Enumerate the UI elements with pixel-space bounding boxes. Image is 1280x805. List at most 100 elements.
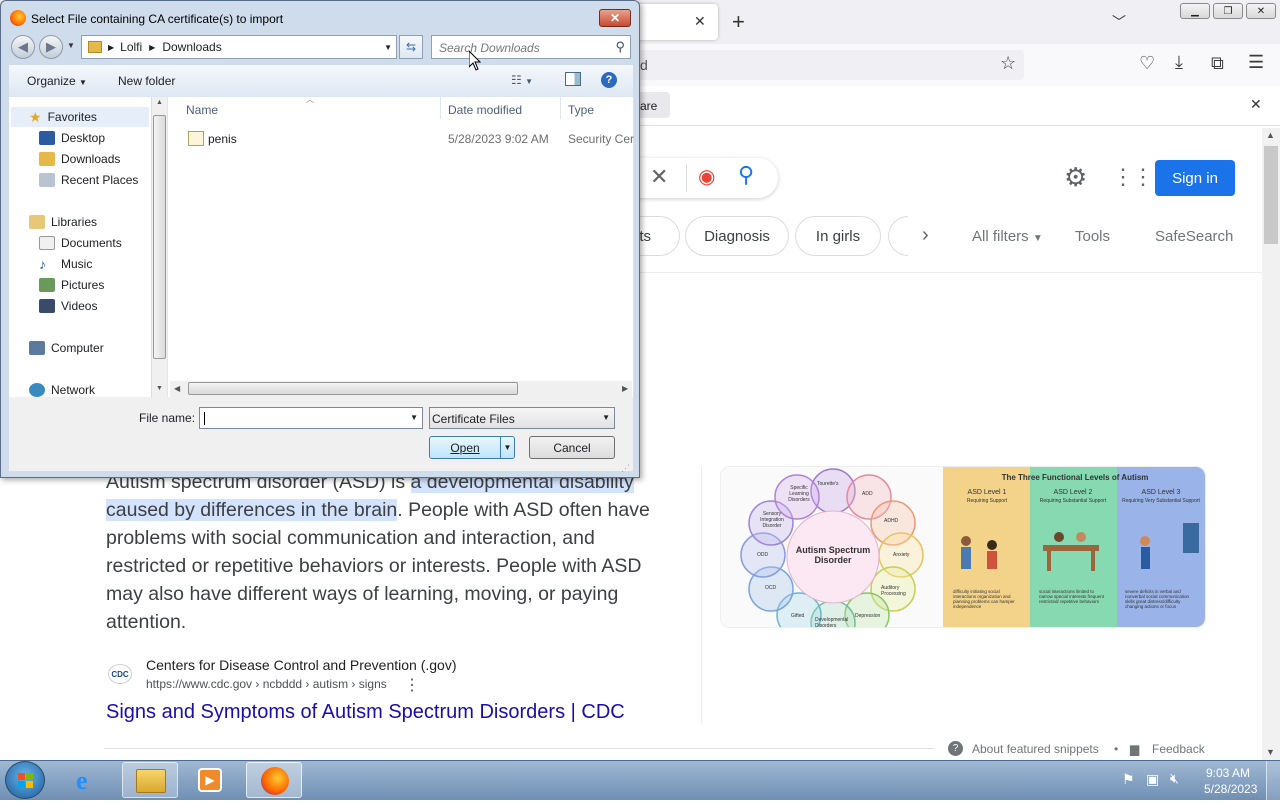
resize-grip-icon[interactable]: ⋰ xyxy=(621,463,630,474)
nav-computer[interactable]: Computer xyxy=(51,341,104,355)
window-minimize-button[interactable]: ▁ xyxy=(1180,3,1210,19)
organize-button[interactable]: Organize ▼ xyxy=(27,74,87,88)
nav-recent-places[interactable]: Recent Places xyxy=(61,173,138,187)
taskbar-firefox[interactable] xyxy=(246,762,302,798)
forward-button[interactable]: ▶ xyxy=(39,35,63,59)
nav-network[interactable]: Network xyxy=(51,383,95,397)
refresh-button[interactable]: ⇆ xyxy=(399,35,423,59)
taskbar-internet-explorer[interactable]: e xyxy=(62,762,118,798)
search-downloads-input[interactable]: Search Downloads ⚲ xyxy=(431,35,631,59)
list-all-tabs-chevron-icon[interactable]: ﹀ xyxy=(1112,12,1126,32)
result-title-link[interactable]: Signs and Symptoms of Autism Spectrum Di… xyxy=(106,701,625,724)
file-type-dropdown-icon[interactable]: ▼ xyxy=(602,413,610,422)
menu-icon[interactable]: ☰ xyxy=(1248,52,1264,73)
address-dropdown-icon[interactable]: ▼ xyxy=(384,43,392,52)
bookmark-star-icon[interactable]: ☆ xyxy=(1000,53,1016,74)
open-button[interactable]: Open ▼ xyxy=(429,436,515,459)
dialog-close-button[interactable]: ✕ xyxy=(599,9,631,27)
filter-chip-diagnosis[interactable]: Diagnosis xyxy=(685,216,789,256)
open-split-dropdown-icon[interactable]: ▼ xyxy=(500,437,514,458)
network-tray-icon[interactable]: ▣ xyxy=(1146,771,1159,788)
taskbar-file-explorer[interactable] xyxy=(122,762,178,798)
snippet-images[interactable]: Autism Spectrum Disorder Tourette's ADD … xyxy=(720,466,1206,628)
nav-documents[interactable]: Documents xyxy=(61,236,122,250)
clock-time[interactable]: 9:03 AM xyxy=(1206,766,1250,780)
folder-icon xyxy=(88,41,102,53)
all-filters-button[interactable]: All filters ▼ xyxy=(972,228,1043,245)
file-row[interactable]: penis 5/28/2023 9:02 AM Security Cert xyxy=(182,129,634,149)
nav-music[interactable]: Music xyxy=(61,257,92,271)
sign-in-button[interactable]: Sign in xyxy=(1155,160,1235,196)
cdc-favicon: CDC xyxy=(108,664,132,684)
new-folder-button[interactable]: New folder xyxy=(118,74,175,88)
more-options-icon[interactable]: ⋮ xyxy=(404,675,420,695)
tab-close-button[interactable]: ✕ xyxy=(694,13,706,30)
taskbar-media-player[interactable]: ▶ xyxy=(182,762,238,798)
nav-pictures[interactable]: Pictures xyxy=(61,278,104,292)
help-icon[interactable]: ? xyxy=(601,72,617,88)
mouse-pointer-icon xyxy=(469,51,481,71)
tools-button[interactable]: Tools xyxy=(1075,228,1110,245)
download-icon[interactable]: ⤓ xyxy=(1175,52,1183,73)
clear-search-icon[interactable]: ✕ xyxy=(650,164,668,190)
petal-label: Auditory Processing xyxy=(881,585,906,597)
file-open-dialog: Select File containing CA certificate(s)… xyxy=(0,0,640,478)
nav-scroll-up-icon: ▲ xyxy=(156,99,163,106)
functional-levels-image[interactable]: The Three Functional Levels of Autism AS… xyxy=(943,467,1205,627)
column-header-type[interactable]: Type xyxy=(568,103,594,117)
nav-favorites[interactable]: Favorites xyxy=(48,110,97,124)
window-restore-button[interactable]: ❐ xyxy=(1213,3,1243,19)
horizontal-scrollbar[interactable]: ◀ ▶ xyxy=(170,381,632,397)
scroll-down-arrow-icon[interactable]: ▼ xyxy=(1266,747,1275,757)
extensions-icon[interactable]: ⧉ xyxy=(1211,53,1224,74)
preview-pane-icon[interactable] xyxy=(565,72,581,86)
filter-chip-in-girls[interactable]: In girls xyxy=(795,216,881,256)
breadcrumb-downloads[interactable]: Downloads xyxy=(162,40,221,54)
address-bar[interactable]: ▶ Lolfi ▶ Downloads ▼ xyxy=(81,35,397,59)
pocket-icon[interactable]: ♡ xyxy=(1139,53,1155,74)
recent-locations-chevron-icon[interactable]: ▼ xyxy=(67,41,75,50)
file-type-select[interactable]: Certificate Files ▼ xyxy=(429,407,615,429)
safesearch-button[interactable]: SafeSearch xyxy=(1155,228,1233,245)
chevron-right-icon[interactable]: › xyxy=(922,224,929,247)
settings-gear-icon[interactable]: ⚙ xyxy=(1064,162,1087,193)
column-header-date[interactable]: Date modified xyxy=(448,103,522,117)
petal-label: Sensory Integration Disorder xyxy=(760,511,784,529)
clock-date[interactable]: 5/28/2023 xyxy=(1204,782,1257,796)
volume-muted-icon[interactable]: 🔇︎ xyxy=(1170,770,1179,787)
cancel-button[interactable]: Cancel xyxy=(529,436,615,459)
lens-camera-icon[interactable]: ◉ xyxy=(698,164,715,189)
page-scroll-thumb[interactable] xyxy=(1264,146,1278,244)
firefox-icon xyxy=(261,767,289,795)
file-name[interactable]: penis xyxy=(208,132,237,146)
file-name-input[interactable]: ▼ xyxy=(199,407,423,429)
feedback-link[interactable]: Feedback xyxy=(1152,742,1205,756)
view-options-icon[interactable]: ☷ ▼ xyxy=(511,73,533,87)
search-magnifier-icon[interactable]: ⚲ xyxy=(615,39,625,55)
window-close-button[interactable]: ✕ xyxy=(1246,3,1276,19)
back-button[interactable]: ◀ xyxy=(11,35,35,59)
new-tab-button[interactable]: + xyxy=(732,9,745,35)
nav-desktop[interactable]: Desktop xyxy=(61,131,105,145)
action-center-flag-icon[interactable]: ⚑ xyxy=(1122,771,1135,788)
column-header-name[interactable]: Name xyxy=(186,103,218,117)
about-featured-snippets-link[interactable]: About featured snippets xyxy=(972,742,1099,756)
nav-scroll-down-icon: ▼ xyxy=(156,385,163,392)
breadcrumb-lolfi[interactable]: Lolfi xyxy=(120,40,142,54)
scroll-up-arrow-icon[interactable]: ▲ xyxy=(1266,130,1275,140)
breadcrumb-separator-icon[interactable]: ▶ xyxy=(149,43,155,52)
nav-libraries[interactable]: Libraries xyxy=(51,215,97,229)
file-name-dropdown-icon[interactable]: ▼ xyxy=(410,413,418,422)
show-desktop-button[interactable] xyxy=(1266,761,1280,800)
breadcrumb-separator-icon[interactable]: ▶ xyxy=(108,43,114,52)
nav-scrollbar[interactable]: ▲ ▼ xyxy=(151,97,167,397)
nav-downloads[interactable]: Downloads xyxy=(61,152,120,166)
notification-close-button[interactable]: ✕ xyxy=(1250,96,1262,113)
nav-videos[interactable]: Videos xyxy=(61,299,97,313)
footer-bullet: • xyxy=(1114,742,1119,756)
source-url[interactable]: https://www.cdc.gov › ncbddd › autism › … xyxy=(146,677,387,691)
search-icon[interactable]: ⚲ xyxy=(738,162,754,188)
autism-spectrum-diagram[interactable]: Autism Spectrum Disorder Tourette's ADD … xyxy=(721,467,943,627)
start-orb-button[interactable] xyxy=(5,761,45,799)
level-1-notes: difficulty initiating social interaction… xyxy=(953,589,1015,609)
